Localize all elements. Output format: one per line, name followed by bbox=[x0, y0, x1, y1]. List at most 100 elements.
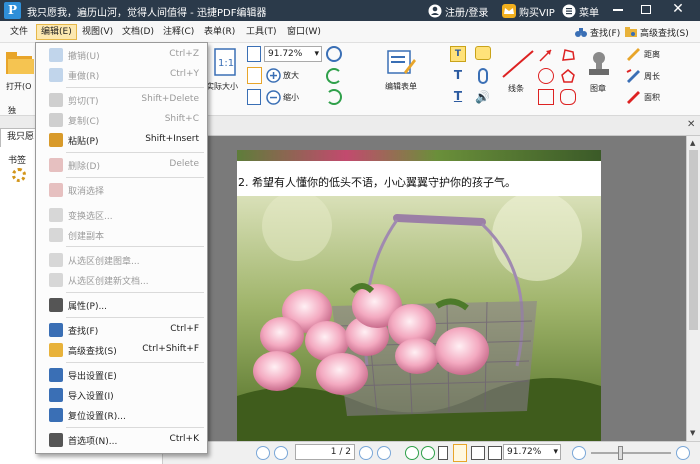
transform-selection-icon bbox=[49, 208, 63, 222]
edit-menu-item[interactable]: 导出设置(E) bbox=[36, 365, 207, 385]
login-button[interactable]: 注册/登录 bbox=[428, 3, 488, 19]
stamp-icon bbox=[589, 52, 609, 75]
zoom-out-button[interactable]: 缩小 bbox=[266, 90, 299, 105]
undo-icon bbox=[49, 48, 63, 62]
forward-icon[interactable] bbox=[421, 446, 435, 460]
page-number-input[interactable]: 1 / 2 bbox=[295, 444, 355, 460]
find-button[interactable]: 查找(F) bbox=[574, 24, 620, 40]
rectangle-tool-icon[interactable] bbox=[538, 89, 554, 105]
maximize-button[interactable] bbox=[641, 5, 651, 14]
edit-menu-item[interactable]: 撤销(U) Ctrl+Z bbox=[36, 45, 207, 65]
attach-icon[interactable] bbox=[478, 68, 488, 84]
first-page-icon[interactable] bbox=[256, 446, 270, 460]
main-menu-button[interactable]: 菜单 bbox=[562, 3, 599, 19]
menu-tools[interactable]: 工具(T) bbox=[242, 24, 281, 40]
magnifier-icon[interactable] bbox=[326, 46, 342, 62]
perimeter-button[interactable]: 周长 bbox=[625, 68, 660, 84]
menu-item-shortcut: Delete bbox=[169, 159, 199, 169]
menu-form[interactable]: 表单(R) bbox=[200, 24, 239, 40]
rotate-right-icon[interactable] bbox=[326, 89, 342, 105]
menu-item-label: 从选区创建图章... bbox=[68, 257, 140, 267]
edit-form-button[interactable] bbox=[386, 47, 416, 77]
menu-item-shortcut: Shift+Insert bbox=[145, 134, 199, 144]
advanced-find-label: 高级查找(S) bbox=[640, 28, 689, 39]
menu-document[interactable]: 文档(D) bbox=[118, 24, 158, 40]
fit-width-icon[interactable] bbox=[247, 67, 262, 84]
menu-item-label: 剪切(T) bbox=[68, 97, 99, 107]
single-page-icon[interactable] bbox=[438, 446, 448, 460]
zoom-dropdown-icon: ▾ bbox=[553, 447, 558, 457]
edit-menu-item[interactable]: 变换选区... bbox=[36, 205, 207, 225]
polygon-tool-icon[interactable] bbox=[560, 47, 576, 63]
cloud-tool-icon[interactable] bbox=[560, 89, 576, 105]
menu-item-label: 复位设置(R)... bbox=[68, 412, 126, 422]
back-icon[interactable] bbox=[405, 446, 419, 460]
zoom-out-small-icon[interactable] bbox=[572, 446, 586, 460]
line-tool-button[interactable] bbox=[500, 49, 536, 79]
last-page-icon[interactable] bbox=[377, 446, 391, 460]
edit-menu-item[interactable]: 高级查找(S) Ctrl+Shift+F bbox=[36, 340, 207, 360]
zoom-in-small-icon[interactable] bbox=[676, 446, 690, 460]
close-button[interactable]: ✕ bbox=[670, 1, 686, 17]
menu-window[interactable]: 窗口(W) bbox=[283, 24, 325, 40]
edit-menu-item[interactable]: 从选区创建图章... bbox=[36, 250, 207, 270]
text-tool-icon[interactable]: T bbox=[450, 46, 466, 62]
app-logo-icon: P bbox=[4, 2, 21, 19]
minimize-button[interactable] bbox=[613, 9, 623, 11]
menu-view[interactable]: 视图(V) bbox=[78, 24, 117, 40]
menu-file[interactable]: 文件 bbox=[6, 24, 32, 40]
find-label: 查找(F) bbox=[590, 28, 621, 39]
menu-item-shortcut: Ctrl+Z bbox=[169, 49, 199, 59]
zoom-slider-thumb[interactable] bbox=[618, 446, 623, 460]
stamp-button[interactable] bbox=[584, 49, 614, 79]
close-panel-icon[interactable]: ✕ bbox=[687, 119, 695, 130]
edit-menu-item[interactable]: 复制(C) Shift+C bbox=[36, 110, 207, 130]
edit-menu-item[interactable]: 导入设置(I) bbox=[36, 385, 207, 405]
sound-icon[interactable]: 🔊 bbox=[475, 90, 491, 104]
zoom-in-button[interactable]: 放大 bbox=[266, 68, 299, 83]
area-button[interactable]: 面积 bbox=[625, 89, 660, 105]
zoom-select[interactable]: 91.72% ▾ bbox=[264, 46, 322, 62]
prev-page-icon[interactable] bbox=[274, 446, 288, 460]
fit-visible-icon[interactable] bbox=[247, 89, 261, 105]
edit-menu-item[interactable]: 重做(R) Ctrl+Y bbox=[36, 65, 207, 85]
menu-edit[interactable]: 编辑(E) bbox=[36, 24, 77, 40]
continuous-page-icon[interactable] bbox=[453, 444, 467, 462]
edit-menu-item[interactable]: 创建副本 bbox=[36, 225, 207, 245]
edit-menu-item[interactable]: 查找(F) Ctrl+F bbox=[36, 320, 207, 340]
scroll-up-icon[interactable]: ▲ bbox=[690, 139, 695, 147]
next-page-icon[interactable] bbox=[359, 446, 373, 460]
edit-menu-item[interactable]: 粘贴(P) Shift+Insert bbox=[36, 130, 207, 150]
advanced-find-button[interactable]: 高级查找(S) bbox=[624, 24, 689, 40]
edit-menu-item[interactable]: 删除(D) Delete bbox=[36, 155, 207, 175]
edit-menu-item[interactable]: 剪切(T) Shift+Delete bbox=[36, 90, 207, 110]
bookmark-options-icon[interactable] bbox=[12, 168, 26, 182]
actual-size-button[interactable]: 1:1 bbox=[212, 47, 240, 77]
scroll-thumb[interactable] bbox=[689, 150, 698, 330]
edit-menu-item[interactable]: 取消选择 bbox=[36, 180, 207, 200]
menu-separator bbox=[66, 317, 204, 318]
ellipse-tool-icon[interactable] bbox=[538, 68, 554, 84]
vertical-scrollbar[interactable]: ▲ ▼ bbox=[686, 136, 700, 441]
fit-page-icon[interactable] bbox=[247, 46, 261, 62]
strikeout-tool-icon[interactable]: T bbox=[450, 68, 466, 84]
pentagon-tool-icon[interactable] bbox=[560, 68, 576, 84]
cover-page-icon[interactable] bbox=[488, 446, 502, 460]
zoom-slider[interactable] bbox=[591, 452, 671, 454]
facing-page-icon[interactable] bbox=[471, 446, 485, 460]
underline-tool-icon[interactable]: T bbox=[450, 89, 466, 105]
buy-vip-button[interactable]: 购买VIP bbox=[502, 3, 555, 19]
edit-menu-item[interactable]: 属性(P)... bbox=[36, 295, 207, 315]
menu-comment[interactable]: 注释(C) bbox=[159, 24, 198, 40]
distance-button[interactable]: 距离 bbox=[625, 46, 660, 62]
rotate-left-icon[interactable] bbox=[326, 68, 342, 84]
edit-menu-item[interactable]: 复位设置(R)... bbox=[36, 405, 207, 425]
arrow-tool-icon[interactable] bbox=[538, 47, 554, 63]
note-icon[interactable] bbox=[475, 46, 491, 60]
edit-menu-item[interactable]: 首选项(N)... Ctrl+K bbox=[36, 430, 207, 450]
status-zoom-select[interactable]: 91.72% ▾ bbox=[503, 444, 561, 460]
paste-icon bbox=[49, 133, 63, 147]
scroll-down-icon[interactable]: ▼ bbox=[690, 429, 695, 437]
edit-menu-item[interactable]: 从选区创建新文档... bbox=[36, 270, 207, 290]
open-button[interactable] bbox=[4, 47, 34, 77]
